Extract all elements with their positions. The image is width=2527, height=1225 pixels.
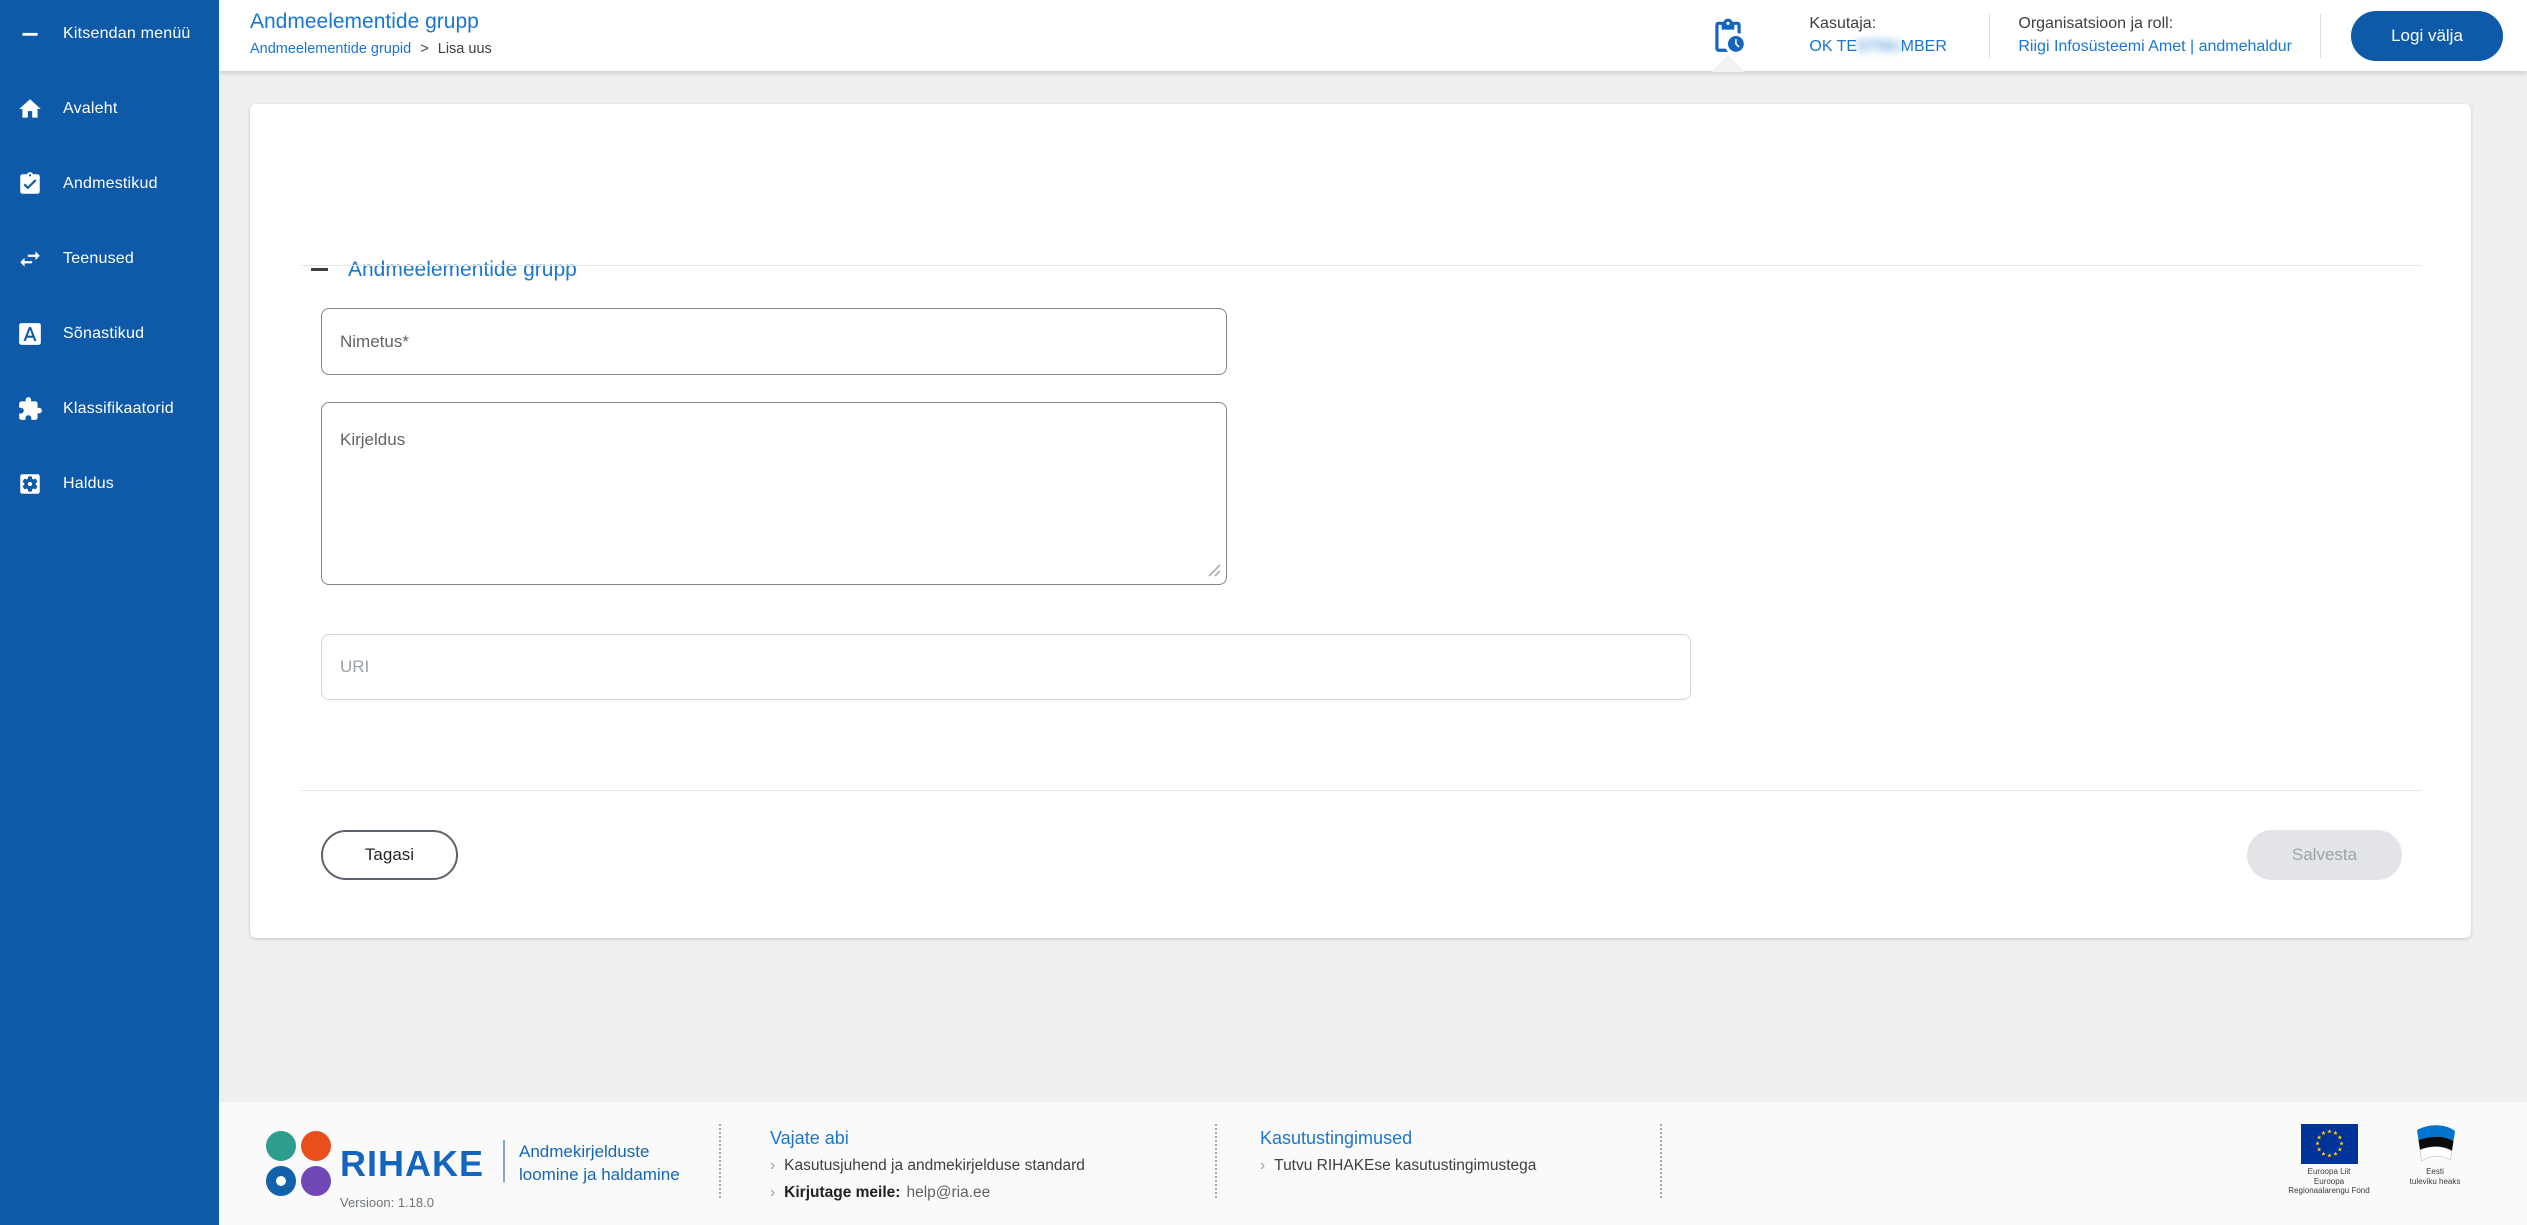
popover-arrow <box>1712 53 1745 72</box>
header-divider <box>1989 13 1991 58</box>
estonia-logo-caption: Eesti tuleviku heaks <box>2409 1167 2461 1186</box>
user-name-obscured: STNU <box>1857 38 1901 55</box>
kirjeldus-field-wrap <box>321 402 1227 585</box>
footer-divider <box>1215 1124 1217 1198</box>
organisation-label: Organisatsioon ja roll: <box>2018 15 2174 32</box>
breadcrumb-current: Lisa uus <box>437 41 492 57</box>
header-divider <box>2320 13 2321 58</box>
chevron-bullet-icon: › <box>1260 1157 1266 1174</box>
brand-name: RIHAKE <box>340 1143 485 1184</box>
logo-circle-orange <box>301 1131 331 1161</box>
gear-box-icon <box>17 471 43 497</box>
letter-a-box-icon <box>17 321 43 347</box>
swap-arrows-icon <box>17 246 43 272</box>
eu-logo-caption: Euroopa Liit Euroopa Regionaalarengu Fon… <box>2288 1167 2370 1195</box>
home-icon <box>17 96 43 122</box>
sidebar-item-label: Haldus <box>63 475 115 492</box>
breadcrumb-parent-link[interactable]: Andmeelementide grupid <box>250 41 411 57</box>
user-label: Kasutaja: <box>1809 15 1877 32</box>
rihake-app: Kitsendan menüü Avaleht Andmestikud Teen… <box>0 0 2527 1225</box>
breadcrumb-separator: > <box>420 41 429 57</box>
user-block: Kasutaja: OK TESTNUMBER <box>1809 15 1961 56</box>
organisation-block: Organisatsioon ja roll: Riigi Infosüstee… <box>2018 15 2292 56</box>
sidebar-item-teenused[interactable]: Teenused <box>0 231 219 287</box>
uri-input[interactable] <box>321 634 1691 700</box>
sidebar-item-haldus[interactable]: Haldus <box>0 456 219 512</box>
brand-tagline: Andmekirjelduste loomine ja haldamine <box>519 1142 680 1184</box>
estonia-flag-icon <box>2417 1125 2455 1162</box>
brand-separator <box>503 1140 505 1182</box>
sidebar-item-label: Teenused <box>63 250 134 267</box>
chevron-bullet-icon: › <box>770 1184 776 1201</box>
help-email-link[interactable]: › Kirjutage meile: help@ria.ee <box>770 1183 1085 1202</box>
help-heading: Vajate abi <box>770 1128 849 1148</box>
actions-divider <box>301 790 2422 791</box>
footer-help-column: Vajate abi › Kasutusjuhend ja andmekirje… <box>770 1128 1085 1202</box>
chevron-bullet-icon: › <box>770 1157 776 1174</box>
sidebar-item-collapse-menu[interactable]: Kitsendan menüü <box>0 6 219 62</box>
clipboard-clock-icon <box>1715 18 1745 52</box>
logout-button[interactable]: Logi välja <box>2351 10 2503 61</box>
section-collapse-toggle[interactable]: Andmeelementide grupp <box>311 257 577 283</box>
page-title: Andmeelementide grupp <box>250 10 479 33</box>
breadcrumb: Andmeelementide grupid > Lisa uus <box>250 41 492 58</box>
collapse-minus-icon[interactable] <box>311 261 329 279</box>
sidebar-nav: Kitsendan menüü Avaleht Andmestikud Teen… <box>0 0 219 531</box>
sidebar: Kitsendan menüü Avaleht Andmestikud Teen… <box>0 0 219 1225</box>
footer-divider <box>719 1124 721 1198</box>
footer-terms-column: Kasutustingimused › Tutvu RIHAKEse kasut… <box>1260 1128 1536 1175</box>
sidebar-item-avaleht[interactable]: Avaleht <box>0 81 219 137</box>
logo-circle-purple <box>301 1166 331 1196</box>
terms-link[interactable]: › Tutvu RIHAKEse kasutustingimustega <box>1260 1156 1536 1175</box>
sidebar-item-label: Andmestikud <box>63 175 158 192</box>
top-header: Andmeelementide grupp Andmeelementide gr… <box>219 0 2527 72</box>
header-titles: Andmeelementide grupp Andmeelementide gr… <box>219 0 492 71</box>
terms-heading: Kasutustingimused <box>1260 1128 1413 1148</box>
clipboard-check-icon <box>17 171 43 197</box>
logo-circle-donut <box>266 1166 296 1196</box>
eu-regional-fund-logo: Euroopa Liit Euroopa Regionaalarengu Fon… <box>2277 1124 2381 1196</box>
back-button[interactable]: Tagasi <box>321 830 458 880</box>
footer-divider <box>1660 1124 1662 1198</box>
sidebar-item-label: Sõnastikud <box>63 325 145 342</box>
sidebar-item-label: Kitsendan menüü <box>63 25 191 42</box>
logo-circle-teal <box>266 1131 296 1161</box>
sidebar-item-sonastikud[interactable]: Sõnastikud <box>0 306 219 362</box>
form-card: Andmeelementide grupp Tagasi Salvesta <box>250 104 2471 938</box>
header-right: Kasutaja: OK TESTNUMBER Organisatsioon j… <box>1709 0 2527 72</box>
user-name: OK TESTNUMBER <box>1809 38 1947 55</box>
section-divider <box>301 265 2422 266</box>
help-manual-link[interactable]: › Kasutusjuhend ja andmekirjelduse stand… <box>770 1156 1085 1175</box>
content-area: Andmeelementide grupp Tagasi Salvesta <box>219 71 2527 1102</box>
save-button[interactable]: Salvesta <box>2247 830 2402 880</box>
sidebar-item-andmestikud[interactable]: Andmestikud <box>0 156 219 212</box>
version-label: Versioon: 1.18.0 <box>340 1195 434 1210</box>
minus-icon <box>17 21 43 47</box>
rihake-logo-icon <box>266 1131 331 1196</box>
pending-tasks-button[interactable] <box>1709 17 1747 72</box>
sidebar-item-label: Avaleht <box>63 100 118 117</box>
kirjeldus-textarea[interactable] <box>321 402 1227 585</box>
sidebar-item-label: Klassifikaatorid <box>63 400 174 417</box>
section-title: Andmeelementide grupp <box>348 258 577 281</box>
eu-flag-icon <box>2300 1124 2358 1164</box>
puzzle-icon <box>17 396 43 422</box>
footer-logos: Euroopa Liit Euroopa Regionaalarengu Fon… <box>2277 1124 2477 1196</box>
nimetus-input[interactable] <box>321 308 1227 375</box>
estonia-flag-logo: Eesti tuleviku heaks <box>2393 1124 2477 1196</box>
footer: RIHAKE Andmekirjelduste loomine ja halda… <box>219 1102 2527 1225</box>
organisation-role-link[interactable]: Riigi Infosüsteemi Amet | andmehaldur <box>2018 38 2292 56</box>
sidebar-item-klassifikaatorid[interactable]: Klassifikaatorid <box>0 381 219 437</box>
